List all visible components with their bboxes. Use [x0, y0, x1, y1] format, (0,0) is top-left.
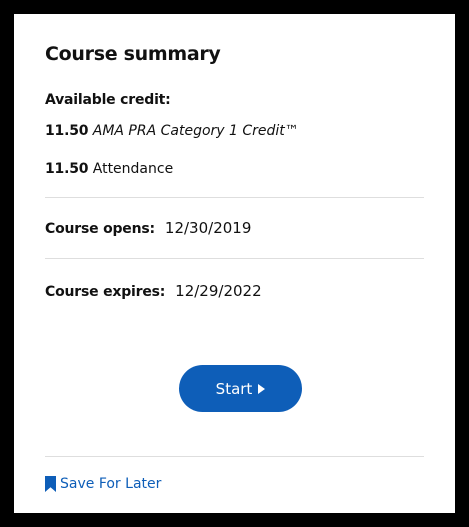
card-title: Course summary [45, 43, 221, 65]
save-for-later-link[interactable]: Save For Later [45, 476, 161, 492]
credit-row-ama: 11.50 AMA PRA Category 1 Credit™ [45, 123, 299, 139]
course-expires-label: Course expires: [45, 284, 166, 300]
start-button[interactable]: Start [179, 365, 302, 412]
divider [45, 456, 424, 457]
divider [45, 197, 424, 198]
credit-row-attendance: 11.50 Attendance [45, 161, 173, 177]
available-credit-label: Available credit: [45, 92, 171, 108]
credit-type: AMA PRA Category 1 Credit™ [92, 123, 299, 139]
bookmark-icon [45, 476, 56, 492]
course-opens-date: 12/30/2019 [164, 219, 252, 237]
divider [45, 258, 424, 259]
play-triangle-icon [258, 383, 266, 394]
save-for-later-label: Save For Later [60, 476, 162, 492]
credit-amount: 11.50 [45, 123, 89, 139]
course-opens-label: Course opens: [45, 221, 155, 237]
credit-amount: 11.50 [45, 161, 89, 177]
start-button-label: Start [215, 379, 253, 398]
course-summary-card: Course summary Available credit: 11.50 A… [14, 14, 455, 513]
credit-type: Attendance [92, 161, 174, 177]
course-expires-date: 12/29/2022 [175, 282, 262, 300]
course-opens-row: Course opens: 12/30/2019 [45, 219, 251, 237]
course-expires-row: Course expires: 12/29/2022 [45, 282, 262, 300]
